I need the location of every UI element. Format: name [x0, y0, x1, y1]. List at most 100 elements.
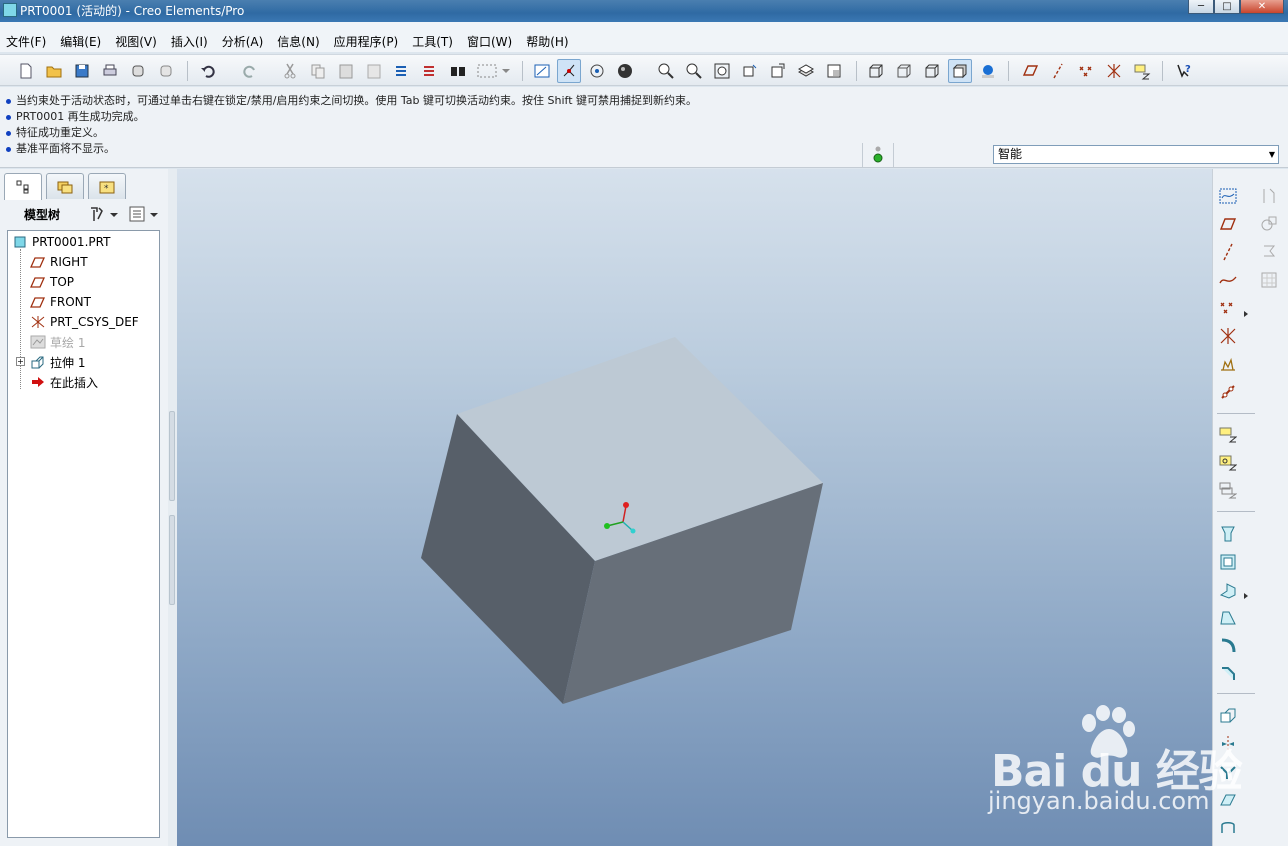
message-area: 当约束处于活动状态时，可通过单击右键在锁定/禁用/启用约束之间切换。使用 Tab… [0, 87, 1288, 168]
tab-folder-browser[interactable] [46, 173, 84, 199]
menu-tools[interactable]: 工具(T) [412, 33, 453, 50]
annotation-copy-icon[interactable] [1216, 479, 1240, 501]
print-icon[interactable] [98, 59, 122, 83]
model-tree-header: 模型树 [0, 201, 168, 227]
menu-analysis[interactable]: 分析(A) [222, 33, 264, 50]
flag-tool-icon[interactable] [1257, 241, 1281, 263]
shading-icon[interactable] [613, 59, 637, 83]
round-tool-icon[interactable] [1216, 635, 1240, 657]
tree-item-insert-here[interactable]: 在此插入 [30, 372, 98, 392]
message-line: 特征成功重定义。 [6, 124, 104, 140]
bullet-icon [6, 130, 11, 136]
shape-tool-icon[interactable] [1257, 213, 1281, 235]
annotation-element-icon[interactable] [1216, 451, 1240, 473]
pattern-datum-icon[interactable] [1216, 381, 1240, 403]
menu-window[interactable]: 窗口(W) [467, 33, 512, 50]
tree-item-front[interactable]: FRONT [30, 292, 91, 312]
reorient-icon[interactable] [738, 59, 762, 83]
datum-point-tool-icon[interactable] [1216, 297, 1240, 319]
no-hidden-icon[interactable] [920, 59, 944, 83]
csys-toggle-icon[interactable] [1102, 59, 1126, 83]
maximize-button[interactable]: □ [1214, 0, 1240, 14]
minimize-button[interactable]: ─ [1188, 0, 1214, 14]
paste-icon[interactable] [334, 59, 358, 83]
analysis-feature-icon[interactable] [1216, 353, 1240, 375]
splitter-grip[interactable] [169, 411, 175, 501]
menu-view[interactable]: 视图(V) [115, 33, 157, 50]
tab-model-tree[interactable] [4, 173, 42, 200]
draft-tool-icon[interactable] [1216, 607, 1240, 629]
flyout-arrow-icon[interactable] [1241, 303, 1251, 325]
shaded-display-icon[interactable] [948, 59, 972, 83]
orient-mode-icon[interactable] [585, 59, 609, 83]
send-link-icon[interactable] [154, 59, 178, 83]
paste-special-icon[interactable] [362, 59, 386, 83]
datum-curve-tool-icon[interactable] [1216, 269, 1240, 291]
menu-help[interactable]: 帮助(H) [526, 33, 568, 50]
rib-tool-icon[interactable] [1216, 579, 1240, 601]
copy-icon[interactable] [306, 59, 330, 83]
mold-tool-icon[interactable] [1257, 185, 1281, 207]
view-manager-icon[interactable] [822, 59, 846, 83]
hidden-line-icon[interactable] [892, 59, 916, 83]
insert-here-arrow-icon [30, 375, 46, 389]
extrude-tool-icon[interactable] [1216, 523, 1240, 545]
menu-file[interactable]: 文件(F) [6, 33, 46, 50]
tree-item-top[interactable]: TOP [30, 272, 74, 292]
menu-applications[interactable]: 应用程序(P) [334, 33, 399, 50]
enhanced-realism-icon[interactable] [976, 59, 1000, 83]
chamfer-tool-icon[interactable] [1216, 663, 1240, 685]
context-help-icon[interactable]: ? [1172, 59, 1196, 83]
app-icon [3, 3, 17, 17]
regenerate-icon[interactable] [390, 59, 414, 83]
layers-icon[interactable] [794, 59, 818, 83]
csys-tool-icon[interactable] [1216, 325, 1240, 347]
tree-columns-icon[interactable] [128, 205, 160, 223]
cut-icon[interactable] [278, 59, 302, 83]
tree-settings-icon[interactable] [88, 205, 120, 223]
zoom-in-icon[interactable] [654, 59, 678, 83]
regen-manager-icon[interactable] [418, 59, 442, 83]
close-button[interactable]: ✕ [1240, 0, 1284, 14]
tree-item-csys[interactable]: PRT_CSYS_DEF [30, 312, 139, 332]
part-icon [12, 235, 28, 249]
selection-filter-icon[interactable] [474, 59, 514, 83]
menu-info[interactable]: 信息(N) [277, 33, 319, 50]
tab-favorites[interactable]: * [88, 173, 126, 199]
find-icon[interactable] [446, 59, 470, 83]
new-file-icon[interactable] [14, 59, 38, 83]
undo-icon[interactable] [196, 59, 220, 83]
annotation-tool-icon[interactable] [1216, 423, 1240, 445]
tree-item-sketch[interactable]: 草绘 1 [30, 332, 85, 352]
shell-tool-icon[interactable] [1216, 551, 1240, 573]
grid-tool-icon[interactable] [1257, 269, 1281, 291]
zoom-out-icon[interactable] [682, 59, 706, 83]
repaint-icon[interactable] [530, 59, 554, 83]
menu-edit[interactable]: 编辑(E) [60, 33, 101, 50]
flyout-arrow-icon[interactable] [1241, 585, 1251, 607]
menu-insert[interactable]: 插入(I) [171, 33, 208, 50]
window-controls: ─ □ ✕ [1188, 0, 1284, 14]
expand-toggle-icon[interactable]: + [16, 357, 25, 366]
sketch-tool-icon[interactable] [1216, 185, 1240, 207]
tree-item-extrude[interactable]: 拉伸 1 [30, 352, 85, 372]
open-folder-icon[interactable] [42, 59, 66, 83]
save-icon[interactable] [70, 59, 94, 83]
datum-axis-tool-icon[interactable] [1216, 241, 1240, 263]
refit-icon[interactable] [710, 59, 734, 83]
datum-axis-toggle-icon[interactable] [1046, 59, 1070, 83]
datum-point-toggle-icon[interactable] [1074, 59, 1098, 83]
redo-icon[interactable] [238, 59, 262, 83]
datum-plane-toggle-icon[interactable] [1018, 59, 1042, 83]
spin-center-icon[interactable] [557, 59, 581, 83]
wireframe-icon[interactable] [864, 59, 888, 83]
panel-splitter[interactable] [168, 169, 177, 846]
tree-item-right[interactable]: RIGHT [30, 252, 88, 272]
splitter-grip[interactable] [169, 515, 175, 605]
selection-filter-dropdown[interactable]: 智能 ▼ [993, 145, 1279, 164]
tree-item-part[interactable]: PRT0001.PRT [12, 232, 110, 252]
saved-views-icon[interactable] [766, 59, 790, 83]
annotation-toggle-icon[interactable] [1130, 59, 1154, 83]
send-mail-icon[interactable] [126, 59, 150, 83]
datum-plane-tool-icon[interactable] [1216, 213, 1240, 235]
